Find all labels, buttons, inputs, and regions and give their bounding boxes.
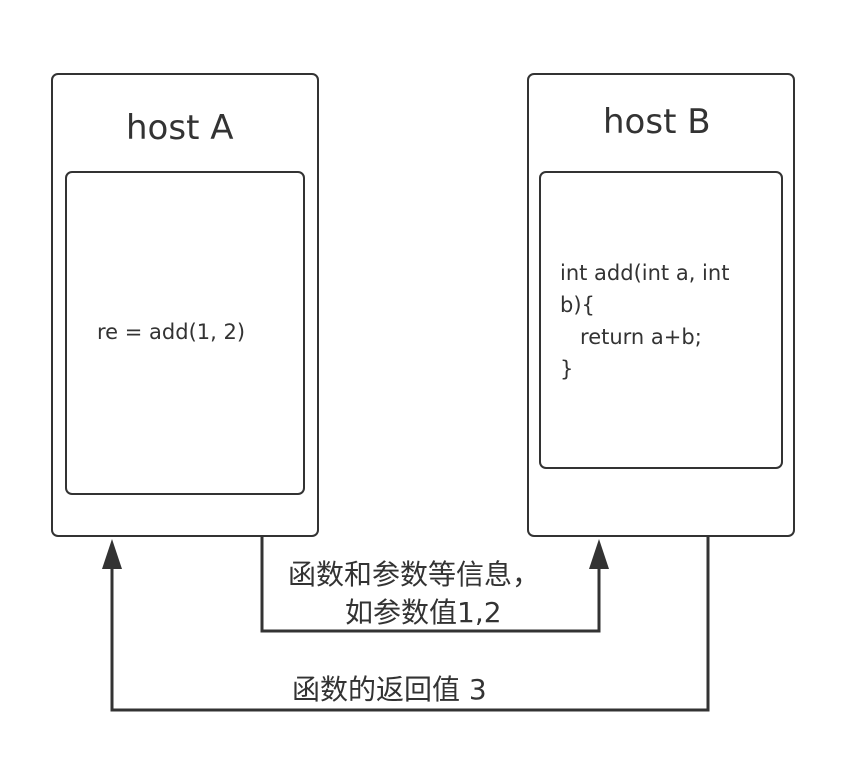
call-arrow-head xyxy=(589,539,609,569)
call-label-line2: 如参数值1,2 xyxy=(345,596,502,629)
host-a-title: host A xyxy=(126,108,234,148)
return-arrow-head xyxy=(102,539,122,569)
host-b-title: host B xyxy=(603,102,711,142)
host-b-code: int add(int a, int b){ return a+b; } xyxy=(560,261,730,381)
call-label-line1: 函数和参数等信息， xyxy=(288,558,541,591)
host-a-code: re = add(1, 2) xyxy=(97,320,246,344)
return-label: 函数的返回值 3 xyxy=(292,673,487,706)
